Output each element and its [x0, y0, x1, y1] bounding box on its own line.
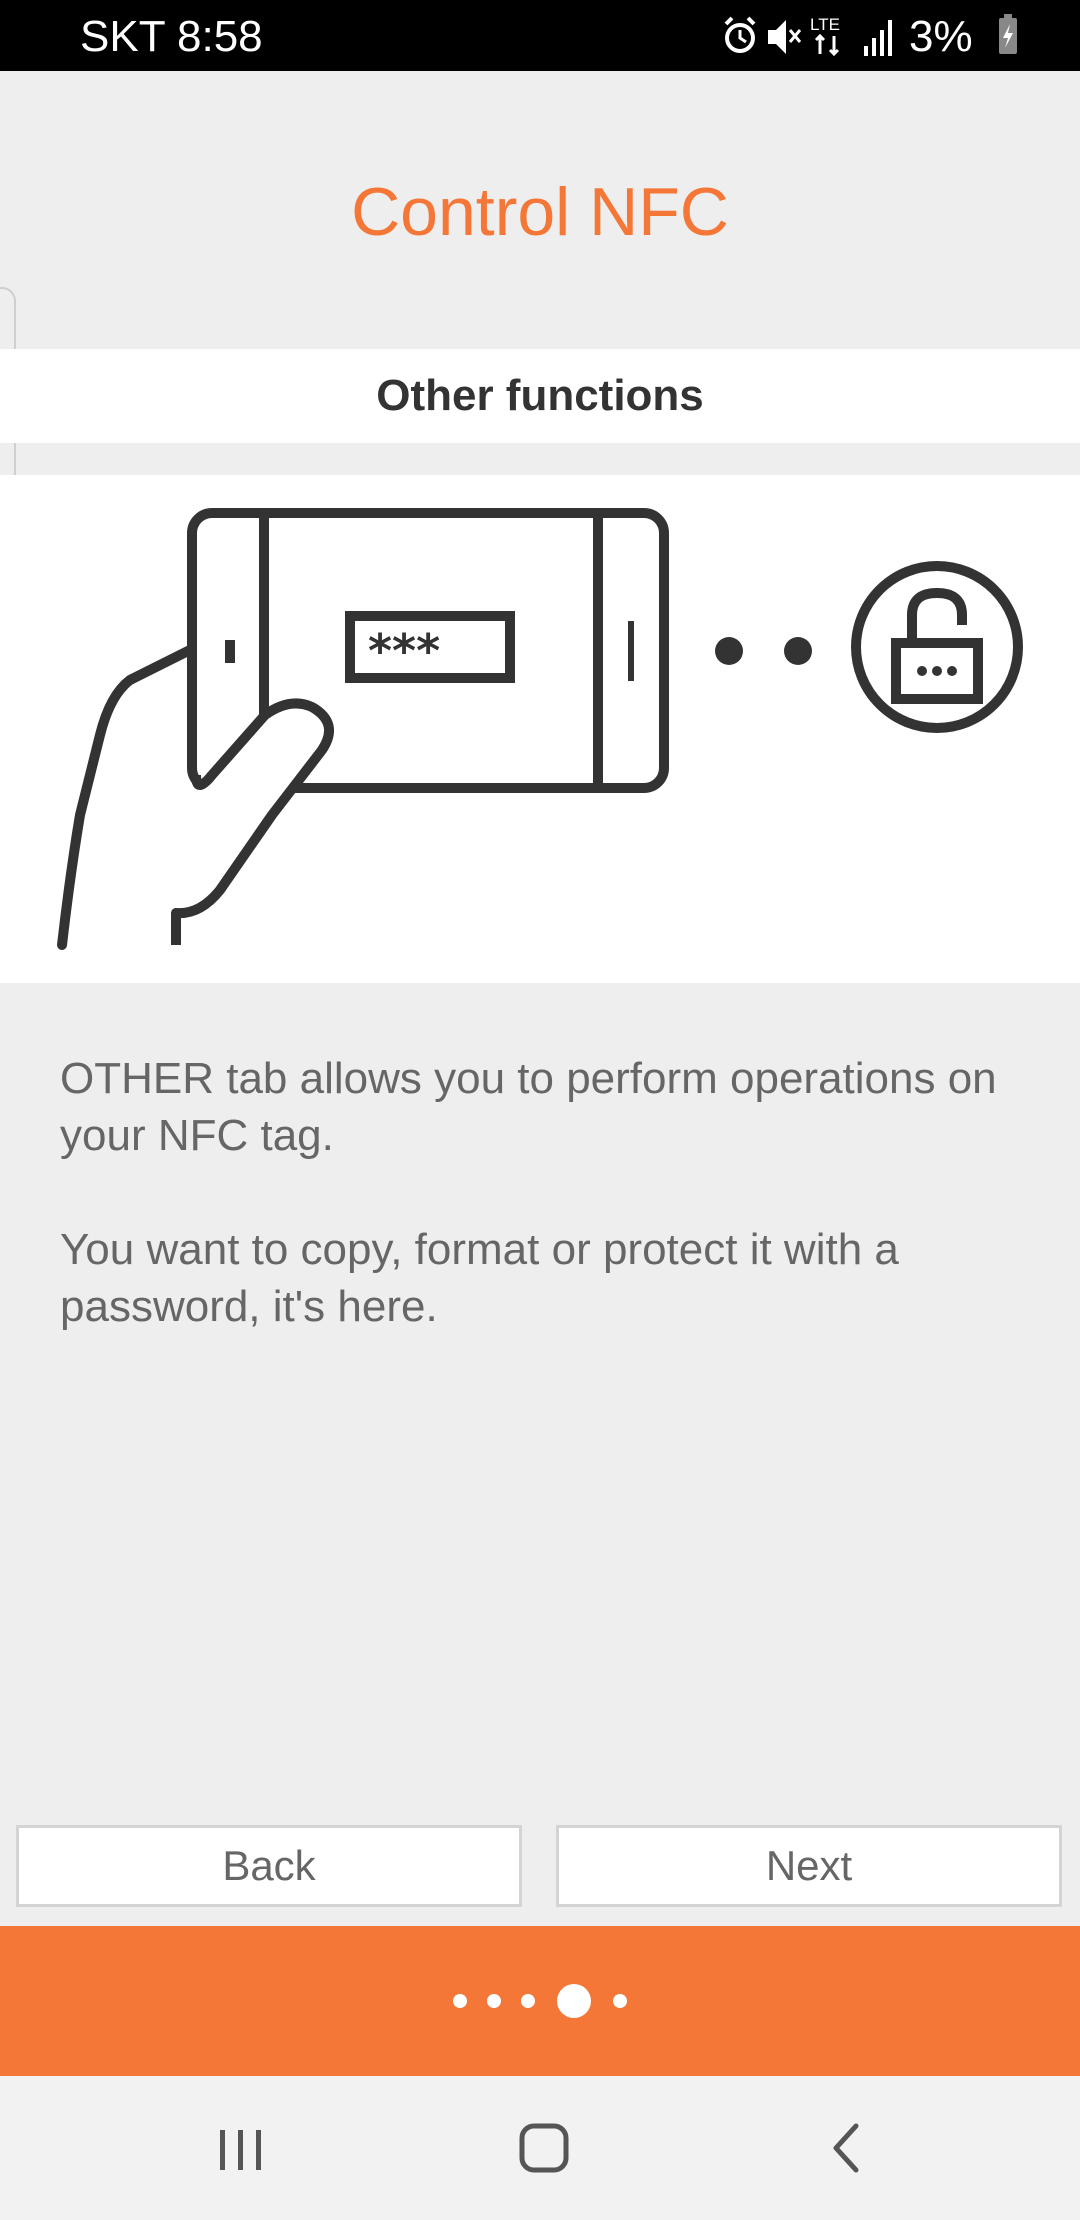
- carrier-time: SKT 8:58: [80, 12, 263, 61]
- page-dot: [487, 1994, 501, 2008]
- page-dot: [521, 1994, 535, 2008]
- back-icon[interactable]: [806, 2112, 886, 2184]
- illustration: ***: [0, 475, 1080, 983]
- password-field-icon: ***: [345, 611, 515, 683]
- page-title: Control NFC: [351, 174, 729, 250]
- svg-text:LTE: LTE: [810, 15, 840, 34]
- battery-icon: [999, 14, 1017, 54]
- page-dot: [453, 1994, 467, 2008]
- description-paragraph: You want to copy, format or protect it w…: [60, 1225, 899, 1331]
- page-dot-active: [557, 1984, 591, 2018]
- description-paragraph: OTHER tab allows you to perform operatio…: [60, 1054, 997, 1160]
- page-indicator: [0, 1926, 1080, 2076]
- mute-icon: [768, 20, 802, 54]
- battery-percent: 3%: [909, 12, 973, 61]
- status-icons: LTE 3%: [720, 8, 1080, 64]
- alarm-icon: [724, 16, 756, 53]
- next-button[interactable]: Next: [556, 1825, 1062, 1907]
- lte-icon: LTE: [810, 15, 840, 57]
- page-dot: [613, 1994, 627, 2008]
- section-header: Other functions: [0, 349, 1080, 443]
- password-mask: ***: [368, 624, 440, 678]
- status-bar: SKT 8:58 LTE 3%: [0, 0, 1080, 71]
- padlock-icon: [851, 561, 1023, 733]
- signal-icon: [864, 20, 892, 56]
- connection-dots-icon: [715, 637, 812, 665]
- recent-apps-icon[interactable]: [202, 2112, 282, 2184]
- back-button[interactable]: Back: [16, 1825, 522, 1907]
- description: OTHER tab allows you to perform operatio…: [60, 1050, 1020, 1392]
- hand-holding-phone-icon: [57, 508, 669, 950]
- home-icon[interactable]: [504, 2112, 584, 2184]
- system-nav-bar: [0, 2076, 1080, 2220]
